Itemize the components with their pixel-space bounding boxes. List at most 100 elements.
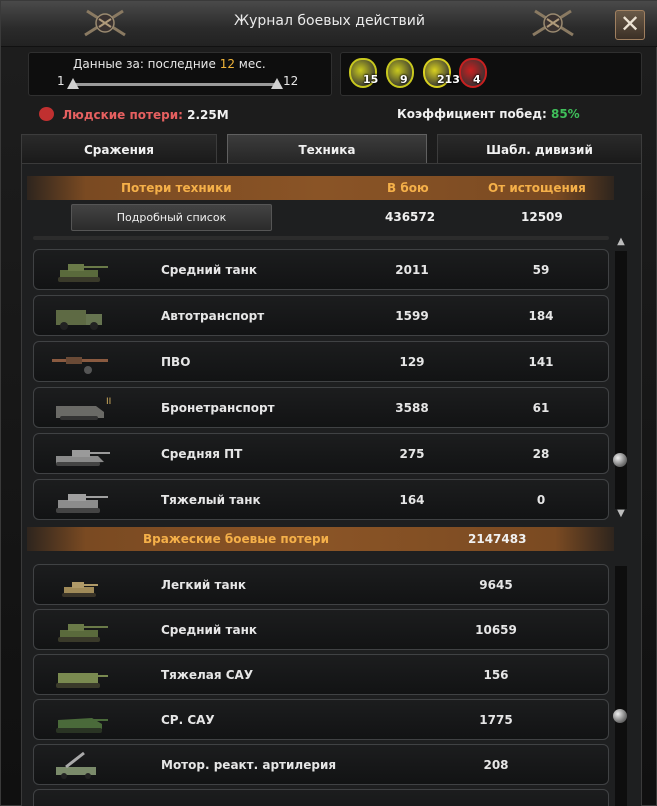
equipment-loss-row[interactable]: Средняя ПТ 275 28 [33,433,609,474]
enemy-losses-value: 208 [483,758,509,772]
own-list-scroll-handle[interactable] [613,453,627,467]
tab-division-templates[interactable]: Шабл. дивизий [437,134,642,163]
enemy-losses-value: 156 [483,668,509,682]
time-filter-label: Данные за: последние 12 мес. [73,57,266,71]
enemy-loss-row[interactable]: Тяжелая САУ 156 [33,654,609,695]
slider-min-label: 1 [57,74,65,88]
medal-icon[interactable]: 4 [459,58,487,88]
manpower-losses: Людские потери: 2.25M [39,107,229,122]
list-top-edge [33,236,609,240]
own-losses-header: Потери техники В бою От истощения [27,176,614,200]
rocket-artillery-icon [56,751,96,779]
tab-equipment[interactable]: Техника [227,134,427,163]
equipment-loss-row[interactable]: II Бронетранспорт 3588 61 [33,387,609,428]
win-label: Коэффициент побед: [397,107,547,121]
attrition-losses-value: 184 [528,309,554,323]
equipment-name: Мотор. реакт. артилерия [161,758,337,772]
combat-losses-value: 129 [399,355,425,369]
win-ratio: Коэффициент побед: 85% [397,107,580,121]
equipment-loss-row[interactable]: ПВО 129 141 [33,341,609,382]
equipment-name: Средний танк [161,263,257,277]
medal-icon[interactable]: 15 [349,58,379,88]
crossed-swords-emblem-icon [532,9,574,37]
enemy-list-scroll-handle[interactable] [613,709,627,723]
equipment-name: Тяжелая САУ [161,668,254,682]
slider-max-label: 12 [283,74,299,88]
tab-battles[interactable]: Сражения [21,134,217,163]
enemy-loss-row[interactable] [33,789,609,806]
slider-fill [73,83,277,86]
equipment-name: Тяжелый танк [161,493,261,507]
equipment-name: СР. САУ [161,713,215,727]
aa-gun-icon [52,357,108,374]
attrition-losses-value: 141 [528,355,554,369]
enemy-losses-header: Вражеские боевые потери 2147483 [27,527,614,551]
enemy-losses-total: 2147483 [468,532,527,546]
light-tank-icon [62,582,98,597]
enemy-losses-value: 1775 [479,713,513,727]
time-filter-panel: Данные за: последние 12 мес. 1 12 [28,52,332,96]
medium-spg-icon [56,718,108,733]
attrition-losses-value: 61 [532,401,550,415]
tank-destroyer-icon [56,450,110,466]
equipment-name: Автотранспорт [161,309,265,323]
detailed-list-button[interactable]: Подробный список [71,204,272,231]
equipment-name: Средняя ПТ [161,447,243,461]
equipment-name: Средний танк [161,623,257,637]
combat-losses-value: 164 [399,493,425,507]
equipment-loss-row[interactable]: Тяжелый танк 164 0 [33,479,609,520]
combat-losses-value: 275 [399,447,425,461]
equipment-loss-row[interactable]: Автотранспорт 1599 184 [33,295,609,336]
attrition-losses-value: 59 [532,263,550,277]
col-equipment-losses: Потери техники [121,181,232,195]
close-button[interactable]: ✕ [615,10,645,40]
attrition-losses-value: 28 [532,447,550,461]
medal-count: 213 [437,73,460,86]
slider-min-handle[interactable] [67,78,79,89]
col-combat: В бою [387,181,429,195]
war-journal-window: Журнал боевых действий ✕ Данные за: посл… [0,0,657,806]
enemy-loss-row[interactable]: СР. САУ 1775 [33,699,609,740]
truck-icon [56,310,102,330]
total-attrition: 12509 [521,210,563,224]
losses-value: 2.25M [187,108,229,122]
equipment-name: Легкий танк [161,578,247,592]
combat-losses-value: 2011 [395,263,429,277]
heavy-tank-icon [56,494,108,513]
combat-losses-value: 3588 [395,401,429,415]
filter-suffix: мес. [238,57,266,71]
win-value: 85% [550,107,580,121]
losses-label: Людские потери: [62,108,183,122]
apc-icon: II [56,397,111,420]
medal-count: 15 [363,73,379,86]
medal-icon[interactable]: 213 [423,58,460,88]
scroll-down-icon[interactable]: ▼ [615,509,627,519]
combat-losses-value: 1599 [395,309,429,323]
attrition-losses-value: 0 [536,493,546,507]
enemy-list-scrollbar[interactable] [615,566,627,806]
svg-text:II: II [106,397,111,407]
medium-tank-icon [58,624,108,642]
equipment-name: ПВО [161,355,191,369]
own-list-scrollbar[interactable] [615,251,627,509]
medal-icon[interactable]: 9 [386,58,414,88]
total-combat: 436572 [385,210,436,224]
equipment-loss-row[interactable]: Средний танк 2011 59 [33,249,609,290]
medal-count: 9 [400,73,408,86]
months-slider[interactable] [67,78,283,89]
enemy-loss-row[interactable]: Средний танк 10659 [33,609,609,650]
enemy-losses-value: 10659 [475,623,517,637]
enemy-losses-label: Вражеские боевые потери [143,532,330,546]
enemy-loss-row[interactable]: Мотор. реакт. артилерия 208 [33,744,609,785]
skull-icon [39,107,54,121]
equipment-name: Бронетранспорт [161,401,275,415]
enemy-loss-row[interactable]: Легкий танк 9645 [33,564,609,605]
title-bar: Журнал боевых действий ✕ [1,1,657,47]
medal-count: 4 [473,73,481,86]
filter-months: 12 [219,57,235,71]
filter-prefix: Данные за: последние [73,57,216,71]
col-attrition: От истощения [488,181,586,195]
medium-tank-icon [58,264,108,282]
scroll-up-icon[interactable]: ▲ [615,237,627,247]
slider-max-handle[interactable] [271,78,283,89]
